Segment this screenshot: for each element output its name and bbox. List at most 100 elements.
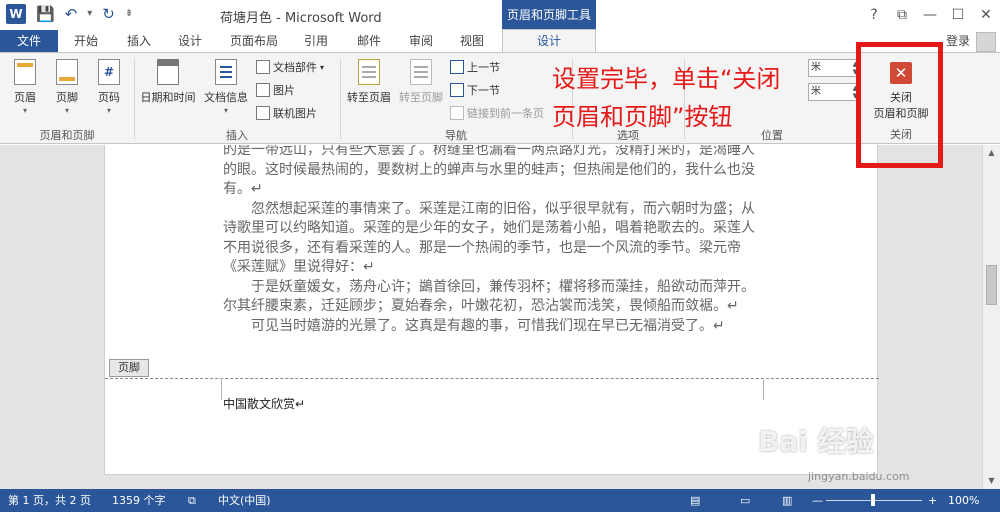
header-button[interactable]: 页眉 ▾ [8,59,42,115]
next-section-icon [450,83,464,97]
zoom-slider-thumb[interactable] [871,494,875,506]
quick-parts-button[interactable]: 文档部件 ▾ [256,57,324,77]
close-label-line2: 页眉和页脚 [873,107,929,120]
goto-footer-icon [410,59,432,85]
word-logo-icon[interactable]: W [6,4,26,24]
online-picture-button[interactable]: 联机图片 [256,103,317,123]
avatar[interactable] [976,32,996,52]
web-layout-icon[interactable]: ▥ [782,489,792,512]
goto-footer-label: 转至页脚 [399,91,443,104]
next-section-label: 下一节 [467,84,500,97]
scroll-down-icon[interactable]: ▼ [983,473,1000,489]
read-mode-icon[interactable]: ▤ [690,489,700,512]
language-indicator[interactable]: 中文(中国) [218,489,271,512]
zoom-out-icon[interactable]: — [812,489,823,512]
tab-design[interactable]: 设计 [178,30,202,52]
proofing-icon[interactable]: ⧉ [188,489,196,512]
page-number-button[interactable]: # 页码 ▾ [92,59,126,115]
zoom-in-icon[interactable]: + [928,489,937,512]
sign-in-link[interactable]: 登录 [946,30,970,52]
annotation-line2: 页眉和页脚”按钮 [552,103,733,131]
footer-position-field[interactable]: 米 ▲ ▼ [808,83,860,101]
group-label-insert: 插入 [226,129,248,142]
next-section-button[interactable]: 下一节 [450,80,500,100]
picture-label: 图片 [273,84,295,97]
paragraph: 忽然想起采莲的事情来了。采莲是江南的旧俗，似乎很早就有，而六朝时为盛；从诗歌里可… [223,200,755,276]
footer-text[interactable]: 中国散文欣赏↵ [223,395,305,412]
tab-mailings[interactable]: 邮件 [357,30,381,52]
link-to-previous-button[interactable]: 链接到前一条页 [450,103,544,123]
goto-header-label: 转至页眉 [347,91,391,104]
goto-header-button[interactable]: 转至页眉 [344,59,394,105]
annotation-line1: 设置完毕，单击“关闭 [552,65,781,93]
tab-references[interactable]: 引用 [304,30,328,52]
print-layout-icon[interactable]: ▭ [740,489,750,512]
header-position-field[interactable]: 米 ▲ ▼ [808,59,860,77]
quick-access-toolbar: W 💾 ↶ ▾ ↻ ⇟ [6,4,133,24]
footer-button[interactable]: 页脚 ▾ [50,59,84,115]
scroll-up-icon[interactable]: ▲ [983,145,1000,161]
goto-footer-button[interactable]: 转至页脚 [396,59,446,105]
date-time-button[interactable]: 日期和时间 [138,59,198,105]
previous-section-button[interactable]: 上一节 [450,57,500,77]
page-count[interactable]: 第 1 页，共 2 页 [8,489,91,512]
paragraph: 可见当时嬉游的光景了。这真是有趣的事，可惜我们现在早已无福消受了。↵ [251,317,725,334]
minimize-icon[interactable]: — [916,0,944,30]
help-icon[interactable]: ? [860,0,888,30]
close-header-footer-button[interactable]: ✕ 关闭 页眉和页脚 [862,56,940,121]
tab-file[interactable]: 文件 [0,30,58,52]
baidu-watermark-url: jingyan.baidu.com [808,470,910,483]
group-label-header-footer: 页眉和页脚 [39,129,95,142]
tab-header-footer-design[interactable]: 设计 [502,29,596,53]
goto-header-icon [358,59,380,85]
tab-insert[interactable]: 插入 [127,30,151,52]
quick-parts-label: 文档部件 [273,61,317,74]
tab-review[interactable]: 审阅 [409,30,433,52]
window-controls: ? ⧉ — ☐ ✕ [860,0,1000,30]
close-icon: ✕ [890,62,912,84]
tab-view[interactable]: 视图 [460,30,484,52]
chevron-down-icon: ▾ [106,106,111,115]
footer-tag: 页脚 [109,359,149,377]
document-title: 荷塘月色 - Microsoft Word [220,11,382,26]
picture-icon [256,83,270,97]
instruction-annotation: 设置完毕，单击“关闭 页眉和页脚”按钮 [552,60,780,136]
header-icon [14,59,36,85]
paragraph: 于是妖童媛女，荡舟心许；鷁首徐回，兼传羽杯；欋将移而藻挂，船欲动而萍开。尔其纤腰… [223,278,755,315]
zoom-level[interactable]: 100% [948,489,979,512]
maximize-icon[interactable]: ☐ [944,0,972,30]
chevron-down-icon: ▾ [223,106,228,115]
tab-home[interactable]: 开始 [74,30,98,52]
chevron-down-icon: ▾ [320,62,325,72]
group-label-close: 关闭 [890,128,912,141]
customize-qat-icon[interactable]: ⇟ [125,4,133,24]
vertical-scrollbar[interactable]: ▲ ▼ [982,145,1000,489]
previous-section-label: 上一节 [467,61,500,74]
word-count[interactable]: 1359 个字 [112,489,166,512]
picture-button[interactable]: 图片 [256,80,295,100]
tab-page-layout[interactable]: 页面布局 [230,30,278,52]
doc-info-label: 文档信息 [204,91,248,104]
header-position-unit: 米 [811,62,821,73]
redo-icon[interactable]: ↻ [102,4,115,24]
page-number-icon: # [98,59,120,85]
paragraph: 的是一带远山，只有些大意罢了。树缝里也漏着一两点路灯光，没精打采的，是渴睡人的眼… [223,145,755,197]
scrollbar-thumb[interactable] [986,265,997,305]
status-bar: 第 1 页，共 2 页 1359 个字 ⧉ 中文(中国) ▤ ▭ ▥ — + 1… [0,489,1000,512]
group-label-navigation: 导航 [445,129,467,142]
margin-marker [221,378,222,400]
ribbon-display-options-icon[interactable]: ⧉ [888,0,916,30]
calendar-icon [157,59,179,85]
undo-icon[interactable]: ↶ [65,4,78,24]
document-info-icon [215,59,237,85]
doc-info-button[interactable]: 文档信息 ▾ [200,59,252,115]
baidu-watermark: Bai 经验 [758,425,874,458]
close-window-icon[interactable]: ✕ [972,0,1000,30]
page-number-button-label: 页码 [98,91,120,104]
save-icon[interactable]: 💾 [36,4,55,24]
undo-dropdown-icon[interactable]: ▾ [87,4,92,24]
close-label-line1: 关闭 [890,91,912,104]
ribbon-tab-bar: 文件 开始 插入 设计 页面布局 引用 邮件 审阅 视图 设计 登录 [0,29,1000,53]
quick-parts-icon [256,60,270,74]
previous-section-icon [450,60,464,74]
